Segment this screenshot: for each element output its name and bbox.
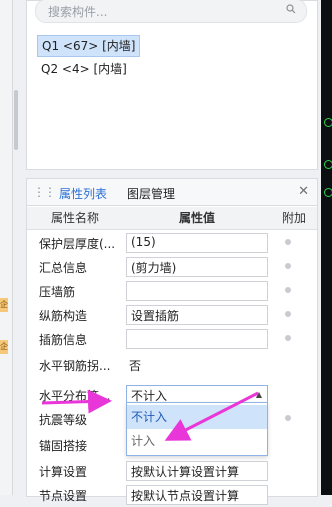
table-row: 计算设置 按默认计算设置计算 (27, 459, 317, 483)
header-value: 属性值 (178, 211, 215, 225)
property-name: 水平钢筋拐... (39, 359, 111, 373)
extra-checkbox[interactable] (285, 239, 291, 245)
panel-tabs: ⋮⋮ 属性列表 图层管理 ✕ (27, 179, 317, 209)
component-item-q1[interactable]: Q1 <67> [内墙] (37, 35, 141, 57)
table-row: 压墙筋 (27, 279, 317, 303)
property-name: 水平分布筋... (39, 389, 111, 403)
property-name: 纵筋构造 (39, 309, 88, 323)
property-name: 汇总信息 (39, 261, 88, 275)
header-extra: 附加 (281, 211, 306, 225)
table-row: 汇总信息 (剪力墙) (27, 255, 317, 279)
property-name: 压墙筋 (39, 285, 76, 299)
property-name: 锚固搭接 (39, 439, 88, 453)
left-dock-strip: 企 企 (0, 0, 13, 495)
extra-checkbox[interactable] (285, 311, 291, 317)
header-name: 属性名称 (50, 211, 99, 225)
chevron-down-icon[interactable]: ▲ (256, 390, 262, 399)
dropdown-option-not-included[interactable]: 不计入 (127, 405, 267, 429)
property-value-input[interactable]: 按默认节点设置计算 (126, 485, 268, 505)
left-dock-tab[interactable]: 企 (0, 298, 8, 312)
table-row: 纵筋构造 设置插筋 (27, 303, 317, 327)
axis-marker-icon (324, 160, 332, 169)
property-name: 节点设置 (39, 489, 88, 503)
dropdown-option-included[interactable]: 计入 (127, 429, 267, 453)
property-value[interactable]: 否 (129, 357, 141, 374)
property-value-input[interactable] (126, 329, 268, 349)
dropdown-menu: 不计入 计入 (126, 402, 268, 456)
property-name: 计算设置 (39, 465, 88, 479)
left-dock-tab[interactable]: 企 (0, 340, 8, 354)
extra-checkbox[interactable] (285, 335, 291, 341)
table-row: 插筋信息 (27, 327, 317, 351)
property-value-input[interactable]: (剪力墙) (126, 257, 268, 277)
table-row: 节点设置 按默认节点设置计算 (27, 483, 317, 507)
property-name: 保护层厚度(... (39, 237, 116, 251)
table-row: 保护层厚度(... (15) (27, 231, 317, 255)
table-header: 属性名称 属性值 附加 (27, 207, 317, 230)
component-item-q2[interactable]: Q2 <4> [内墙] (37, 59, 131, 79)
property-value-input[interactable] (126, 281, 268, 301)
drag-handle-icon[interactable]: ⋮⋮ (33, 185, 56, 199)
axis-marker-icon (324, 118, 332, 127)
axis-marker-icon (324, 188, 332, 197)
scrollbar[interactable] (14, 90, 18, 150)
property-name: 插筋信息 (39, 333, 88, 347)
extra-checkbox[interactable] (285, 287, 291, 293)
tab-layer-management[interactable]: 图层管理 (127, 185, 175, 202)
extra-checkbox[interactable] (285, 263, 291, 269)
search-input[interactable]: 搜索构件... (35, 0, 307, 23)
property-name: 抗震等级 (39, 413, 88, 427)
tab-property-list[interactable]: 属性列表 (54, 185, 112, 209)
extra-checkbox[interactable] (285, 415, 291, 421)
property-value-input[interactable]: 设置插筋 (126, 305, 268, 325)
property-value-input[interactable]: (15) (126, 233, 268, 253)
drawing-canvas-edge (321, 0, 332, 495)
search-placeholder: 搜索构件... (48, 5, 108, 19)
property-value-input[interactable]: 按默认计算设置计算 (126, 461, 268, 481)
component-list-panel: 搜索构件... Q1 <67> [内墙] Q2 <4> [内墙] (26, 0, 318, 170)
search-icon[interactable] (286, 4, 296, 14)
close-icon[interactable]: ✕ (298, 184, 309, 199)
table-row: 水平钢筋拐... 否 (27, 353, 317, 377)
